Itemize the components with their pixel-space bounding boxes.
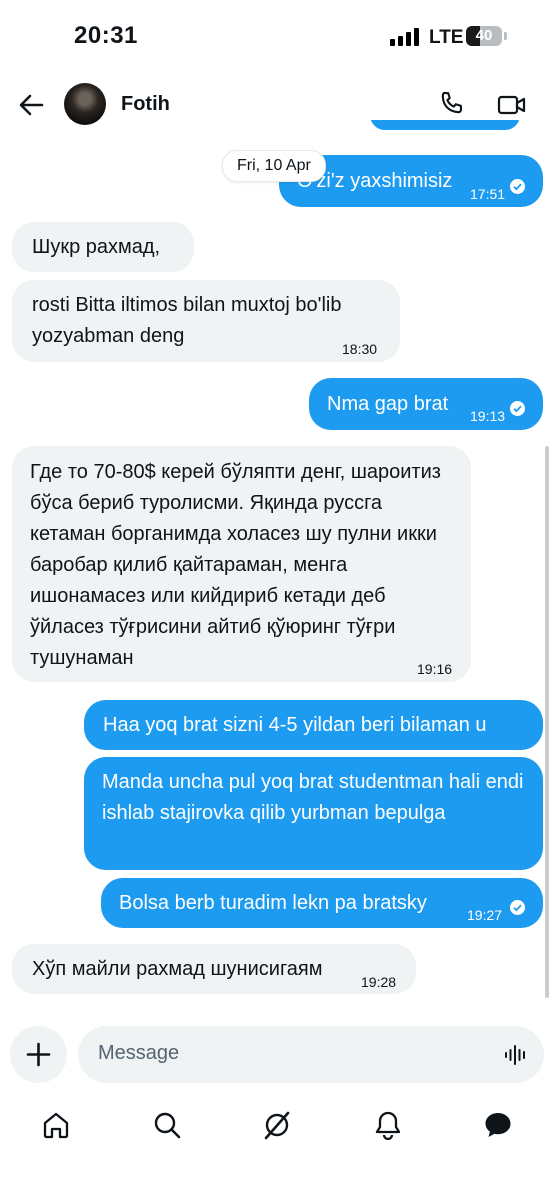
read-check-icon bbox=[510, 401, 525, 416]
plus-icon bbox=[26, 1042, 51, 1067]
bottom-navigation bbox=[0, 1100, 554, 1200]
home-icon[interactable] bbox=[41, 1110, 71, 1140]
status-time: 20:31 bbox=[74, 22, 138, 49]
network-type: LTE bbox=[429, 27, 464, 48]
video-camera-icon[interactable] bbox=[497, 92, 527, 118]
message-time: 19:27 bbox=[467, 907, 503, 923]
battery-tip bbox=[504, 32, 507, 40]
add-attachment-button[interactable] bbox=[10, 1026, 67, 1083]
message-composer: Message bbox=[0, 1020, 554, 1090]
message-bubble-outgoing[interactable]: Manda uncha pul yoq brat studentman hali… bbox=[84, 757, 543, 870]
message-time: 17:51 bbox=[470, 186, 506, 202]
message-text: rosti Bitta iltimos bilan muxtoj bo'lib … bbox=[32, 294, 342, 347]
message-text: Bolsa berb turadim lekn pa bratsky bbox=[119, 892, 427, 914]
messages-icon[interactable] bbox=[483, 1110, 513, 1140]
message-bubble-incoming[interactable]: Шукр рахмад, bbox=[12, 222, 194, 272]
read-check-icon bbox=[510, 179, 525, 194]
search-icon[interactable] bbox=[152, 1110, 182, 1140]
date-separator: Fri, 10 Apr bbox=[222, 150, 326, 182]
voice-wave-icon[interactable] bbox=[504, 1043, 528, 1067]
message-text: Manda uncha pul yoq brat studentman hali… bbox=[102, 771, 524, 824]
chat-messages[interactable]: O'zi'z yaxshimisiz 17:51 Fri, 10 Apr Шук… bbox=[0, 120, 554, 1010]
message-text: Haa yoq brat sizni 4-5 yildan beri bilam… bbox=[103, 714, 487, 736]
avatar[interactable] bbox=[64, 83, 106, 125]
signal-icon bbox=[390, 28, 419, 46]
message-text: Nma gap brat bbox=[327, 393, 449, 415]
phone-icon[interactable] bbox=[437, 90, 465, 118]
scrollbar[interactable] bbox=[545, 446, 549, 998]
message-time: 19:16 bbox=[417, 661, 453, 677]
message-text: Где то 70-80$ керей бўляпти денг, шароит… bbox=[30, 461, 441, 669]
message-placeholder: Message bbox=[98, 1042, 180, 1064]
grok-icon[interactable] bbox=[262, 1110, 292, 1140]
message-time: 19:13 bbox=[470, 408, 506, 424]
bell-icon[interactable] bbox=[373, 1110, 403, 1140]
message-time: 18:30 bbox=[342, 341, 378, 357]
battery-icon: 40 bbox=[466, 26, 502, 46]
message-bubble-outgoing[interactable]: Nma gap brat 19:13 bbox=[309, 378, 543, 430]
message-bubble-outgoing[interactable]: Haa yoq brat sizni 4-5 yildan beri bilam… bbox=[84, 700, 543, 750]
message-bubble-incoming[interactable]: Хўп майли рахмад шунисигаям 19:28 bbox=[12, 944, 416, 994]
battery-percent: 40 bbox=[475, 27, 493, 44]
message-input[interactable]: Message bbox=[78, 1026, 544, 1083]
message-text: Хўп майли рахмад шунисигаям bbox=[32, 958, 323, 980]
message-bubble-incoming[interactable]: Где то 70-80$ керей бўляпти денг, шароит… bbox=[12, 446, 471, 682]
arrow-left-icon[interactable] bbox=[18, 92, 44, 118]
message-bubble-outgoing[interactable]: Bolsa berb turadim lekn pa bratsky 19:27 bbox=[101, 878, 543, 928]
message-bubble-partial[interactable] bbox=[370, 120, 520, 130]
status-bar: 20:31 LTE 40 bbox=[0, 0, 554, 76]
message-text: Шукр рахмад, bbox=[32, 236, 161, 258]
message-bubble-incoming[interactable]: rosti Bitta iltimos bilan muxtoj bo'lib … bbox=[12, 280, 400, 362]
contact-name[interactable]: Fotih bbox=[121, 93, 170, 116]
read-check-icon bbox=[510, 900, 525, 915]
message-time: 19:28 bbox=[361, 974, 397, 990]
